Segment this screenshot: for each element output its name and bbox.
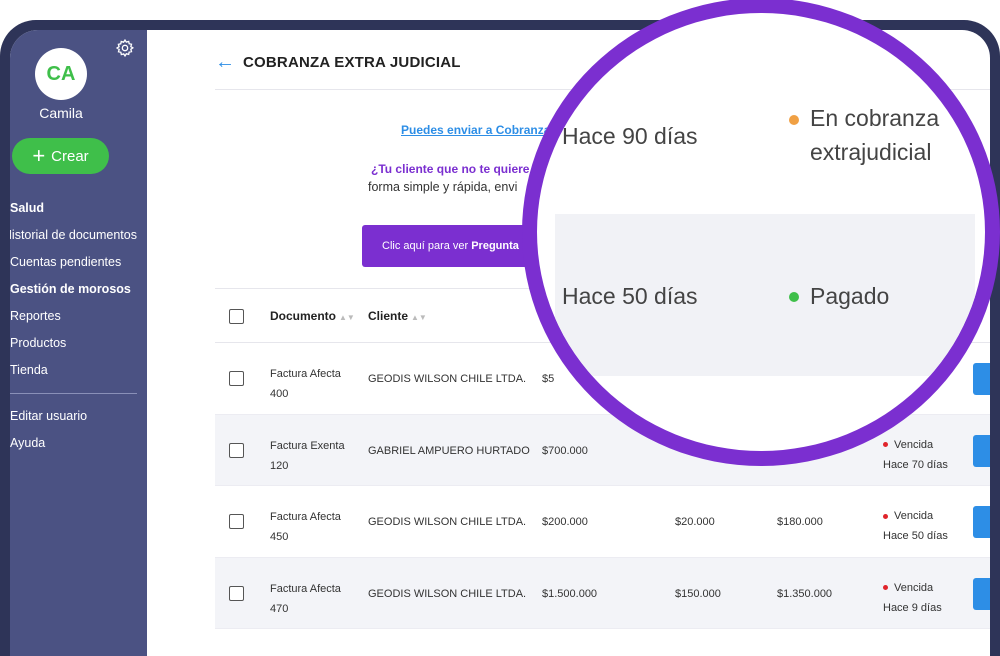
sidebar-item-gestion-morosos[interactable]: Gestión de morosos bbox=[10, 276, 137, 303]
sidebar-item-productos[interactable]: Productos bbox=[10, 330, 137, 357]
status-due: Hace 50 días bbox=[883, 530, 948, 542]
sidebar-item-tienda[interactable]: Tienda bbox=[10, 357, 137, 384]
cell-total: $180.000 bbox=[777, 516, 823, 528]
row-checkbox[interactable] bbox=[229, 442, 244, 458]
row-checkbox[interactable] bbox=[229, 585, 244, 601]
cell-cliente: GEODIS WILSON CHILE LTDA. bbox=[368, 516, 527, 528]
status-due: Hace 70 días bbox=[883, 458, 948, 471]
column-header-documento[interactable]: Documento ▲▼ bbox=[270, 309, 355, 323]
sidebar-item-historial[interactable]: Historial de documentos bbox=[10, 222, 137, 249]
sidebar-item-salud[interactable]: Salud bbox=[10, 195, 137, 222]
cell-documento: Factura Afecta 400 bbox=[270, 368, 341, 400]
cell-cliente: GEODIS WILSON CHILE LTDA. bbox=[368, 587, 527, 600]
column-header-cliente[interactable]: Cliente ▲▼ bbox=[368, 309, 427, 323]
status-label: Vencida bbox=[894, 581, 934, 594]
cell-cliente: GEODIS WILSON CHILE LTDA. bbox=[368, 373, 527, 385]
cell-iva: $20.000 bbox=[675, 516, 715, 528]
status-dot-orange bbox=[789, 115, 799, 125]
status-dot-green bbox=[789, 292, 799, 302]
cell-documento: Factura Afecta 450 bbox=[270, 511, 341, 543]
magnified-status-pagado: Pagado bbox=[810, 283, 890, 309]
faq-button-bold: Pregunta bbox=[471, 240, 519, 252]
row-action-button[interactable] bbox=[973, 363, 990, 395]
user-name: Camila bbox=[39, 105, 83, 121]
table-row: Factura Afecta 450 GEODIS WILSON CHILE L… bbox=[215, 486, 990, 558]
info-question: ¿Tu cliente que no te quiere bbox=[371, 162, 530, 176]
info-description: forma simple y rápida, envi bbox=[368, 180, 518, 194]
row-checkbox[interactable] bbox=[229, 514, 244, 529]
sort-icon: ▲▼ bbox=[339, 313, 355, 322]
sidebar-item-cuentas-pendientes[interactable]: Cuentas pendientes bbox=[10, 249, 137, 276]
cell-documento: Factura Exenta 120 bbox=[270, 439, 345, 472]
avatar[interactable]: CA bbox=[35, 48, 87, 100]
status-label: Vencida bbox=[894, 510, 934, 522]
row-action-button[interactable] bbox=[973, 434, 990, 467]
cell-total: $1.350.000 bbox=[777, 587, 833, 600]
row-action-button[interactable] bbox=[973, 577, 990, 610]
status-dot bbox=[883, 513, 888, 519]
sidebar-nav: Salud Historial de documentos Cuentas pe… bbox=[10, 195, 147, 457]
magnifier-callout: Hace 90 días En cobranza extrajudicial H… bbox=[522, 0, 1000, 466]
create-button[interactable]: + Crear bbox=[12, 138, 109, 174]
plus-icon: + bbox=[32, 143, 46, 168]
sidebar-item-editar-usuario[interactable]: Editar usuario bbox=[10, 403, 137, 430]
magnified-status-line2: extrajudicial bbox=[810, 139, 932, 165]
cobranza-info-link[interactable]: Puedes enviar a Cobranza bbox=[401, 123, 550, 137]
row-checkbox[interactable] bbox=[229, 371, 244, 386]
cell-cliente: GABRIEL AMPUERO HURTADO bbox=[368, 444, 530, 457]
cell-monto: $200.000 bbox=[542, 516, 588, 528]
sidebar-item-ayuda[interactable]: Ayuda bbox=[10, 430, 137, 457]
cell-estado: Vencida Hace 70 días bbox=[883, 435, 948, 475]
cell-estado: Vencida Hace 9 días bbox=[883, 578, 942, 618]
cell-iva: $150.000 bbox=[675, 587, 721, 600]
cell-monto: $1.500.000 bbox=[542, 587, 598, 600]
sort-icon: ▲▼ bbox=[411, 313, 427, 322]
sidebar-divider bbox=[10, 393, 137, 394]
cell-monto: $5 bbox=[542, 373, 555, 385]
status-dot bbox=[883, 585, 888, 591]
magnified-days-50: Hace 50 días bbox=[562, 283, 698, 309]
sidebar: CA Camila + Crear Salud Historial de doc… bbox=[10, 30, 147, 656]
page-title: COBRANZA EXTRA JUDICIAL bbox=[243, 54, 461, 71]
sidebar-item-reportes[interactable]: Reportes bbox=[10, 303, 137, 330]
faq-button-prefix: Clic aquí para ver bbox=[382, 240, 469, 252]
cell-monto: $700.000 bbox=[542, 444, 588, 457]
select-all-checkbox[interactable] bbox=[229, 309, 244, 324]
table-row: Factura Afecta 470 GEODIS WILSON CHILE L… bbox=[215, 557, 990, 629]
create-button-label: Crear bbox=[51, 147, 89, 165]
magnified-days-90: Hace 90 días bbox=[562, 123, 698, 149]
status-due: Hace 9 días bbox=[883, 601, 942, 614]
status-label: Vencida bbox=[894, 438, 934, 451]
back-arrow-icon[interactable]: ← bbox=[215, 52, 235, 72]
cell-documento: Factura Afecta 470 bbox=[270, 582, 341, 615]
magnified-status-line1: En cobranza bbox=[810, 105, 940, 131]
gear-icon[interactable] bbox=[115, 38, 135, 58]
row-action-button[interactable] bbox=[973, 506, 990, 538]
cell-estado: Vencida Hace 50 días bbox=[883, 506, 948, 546]
status-dot bbox=[883, 442, 888, 448]
